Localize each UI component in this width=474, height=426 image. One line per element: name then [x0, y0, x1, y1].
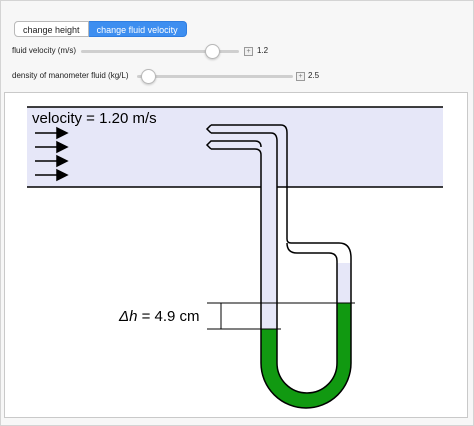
velocity-expand-icon[interactable]: +: [244, 47, 253, 56]
density-value: 2.5: [308, 71, 320, 80]
left-leg-gas: [261, 133, 277, 329]
pitot-diagram: velocity = 1.20 m/s Δh = 4.9 cm: [27, 106, 443, 409]
pitot-tube-canvas: velocity = 1.20 m/s Δh = 4.9 cm: [4, 92, 468, 418]
delta-h-readout: Δh = 4.9 cm: [118, 308, 200, 325]
velocity-slider-thumb[interactable]: [205, 44, 220, 59]
velocity-readout: velocity = 1.20 m/s: [32, 110, 157, 127]
tab-change-height[interactable]: change height: [14, 21, 89, 37]
density-expand-icon[interactable]: +: [296, 72, 305, 81]
density-slider-thumb[interactable]: [141, 69, 156, 84]
mode-tabs: change height change fluid velocity: [14, 21, 187, 37]
velocity-slider-label: fluid velocity (m/s): [12, 46, 77, 55]
density-slider-label: density of manometer fluid (kg/L): [12, 71, 129, 80]
density-slider-track[interactable]: [137, 75, 293, 78]
tab-change-fluid-velocity[interactable]: change fluid velocity: [88, 21, 187, 37]
velocity-value: 1.2: [257, 46, 269, 55]
right-leg-gas: [337, 263, 351, 303]
